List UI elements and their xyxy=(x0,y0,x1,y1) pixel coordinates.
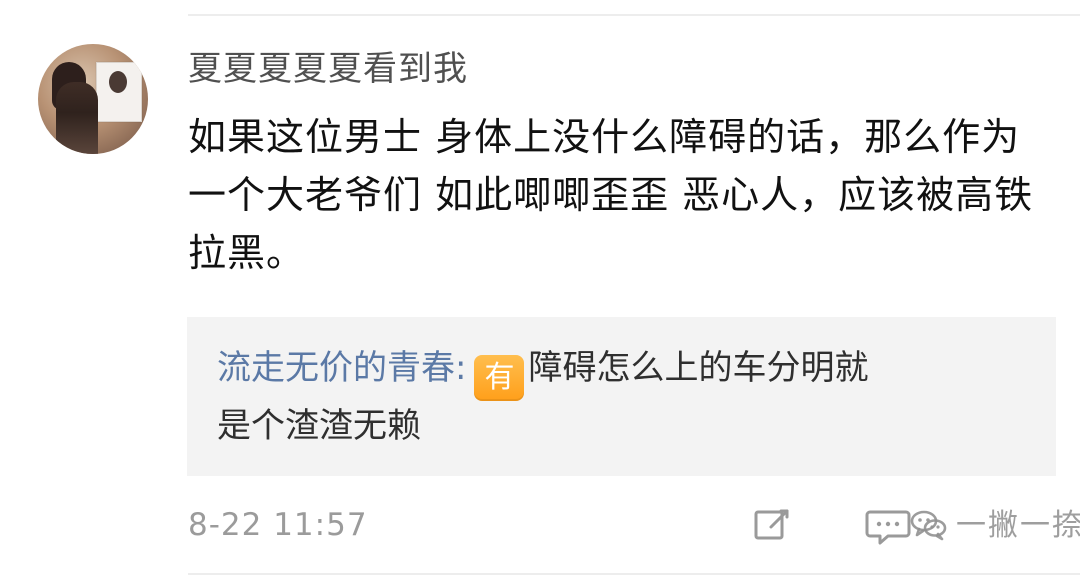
reply-badge: 有 xyxy=(474,355,525,401)
avatar-person xyxy=(56,82,98,154)
reply-box[interactable]: 流走无价的青春: 有障碍怎么上的车分明就 是个渣渣无赖 xyxy=(187,317,1056,476)
comment-username[interactable]: 夏夏夏夏夏看到我 xyxy=(188,48,468,90)
comment-text: 如果这位男士 身体上没什么障碍的话，那么作为一个大老爷们 如此唧唧歪歪 恶心人，… xyxy=(188,115,1034,275)
reply-colon: : xyxy=(455,348,467,388)
edit-icon xyxy=(754,509,789,540)
reply-line-1: 流走无价的青春: 有障碍怎么上的车分明就 xyxy=(217,347,868,401)
reply-text-line-1: 障碍怎么上的车分明就 xyxy=(528,348,869,388)
reply-text-line-2: 是个渣渣无赖 xyxy=(217,406,421,446)
avatar-poster-face xyxy=(109,71,127,93)
wechat-icon xyxy=(910,510,947,541)
watermark-text: 一撇一捺 xyxy=(956,508,1080,543)
bottom-divider xyxy=(188,573,1080,575)
reply-line-2: 是个渣渣无赖 xyxy=(217,405,421,447)
reply-username[interactable]: 流走无价的青春 xyxy=(217,348,455,388)
edit-button[interactable] xyxy=(752,504,794,546)
watermark: 一撇一捺 xyxy=(908,502,1080,550)
comment-button[interactable] xyxy=(864,506,912,546)
top-divider xyxy=(188,14,1080,16)
comment-icon xyxy=(865,510,911,545)
avatar[interactable] xyxy=(38,44,148,154)
comment-timestamp: 8-22 11:57 xyxy=(188,507,368,543)
